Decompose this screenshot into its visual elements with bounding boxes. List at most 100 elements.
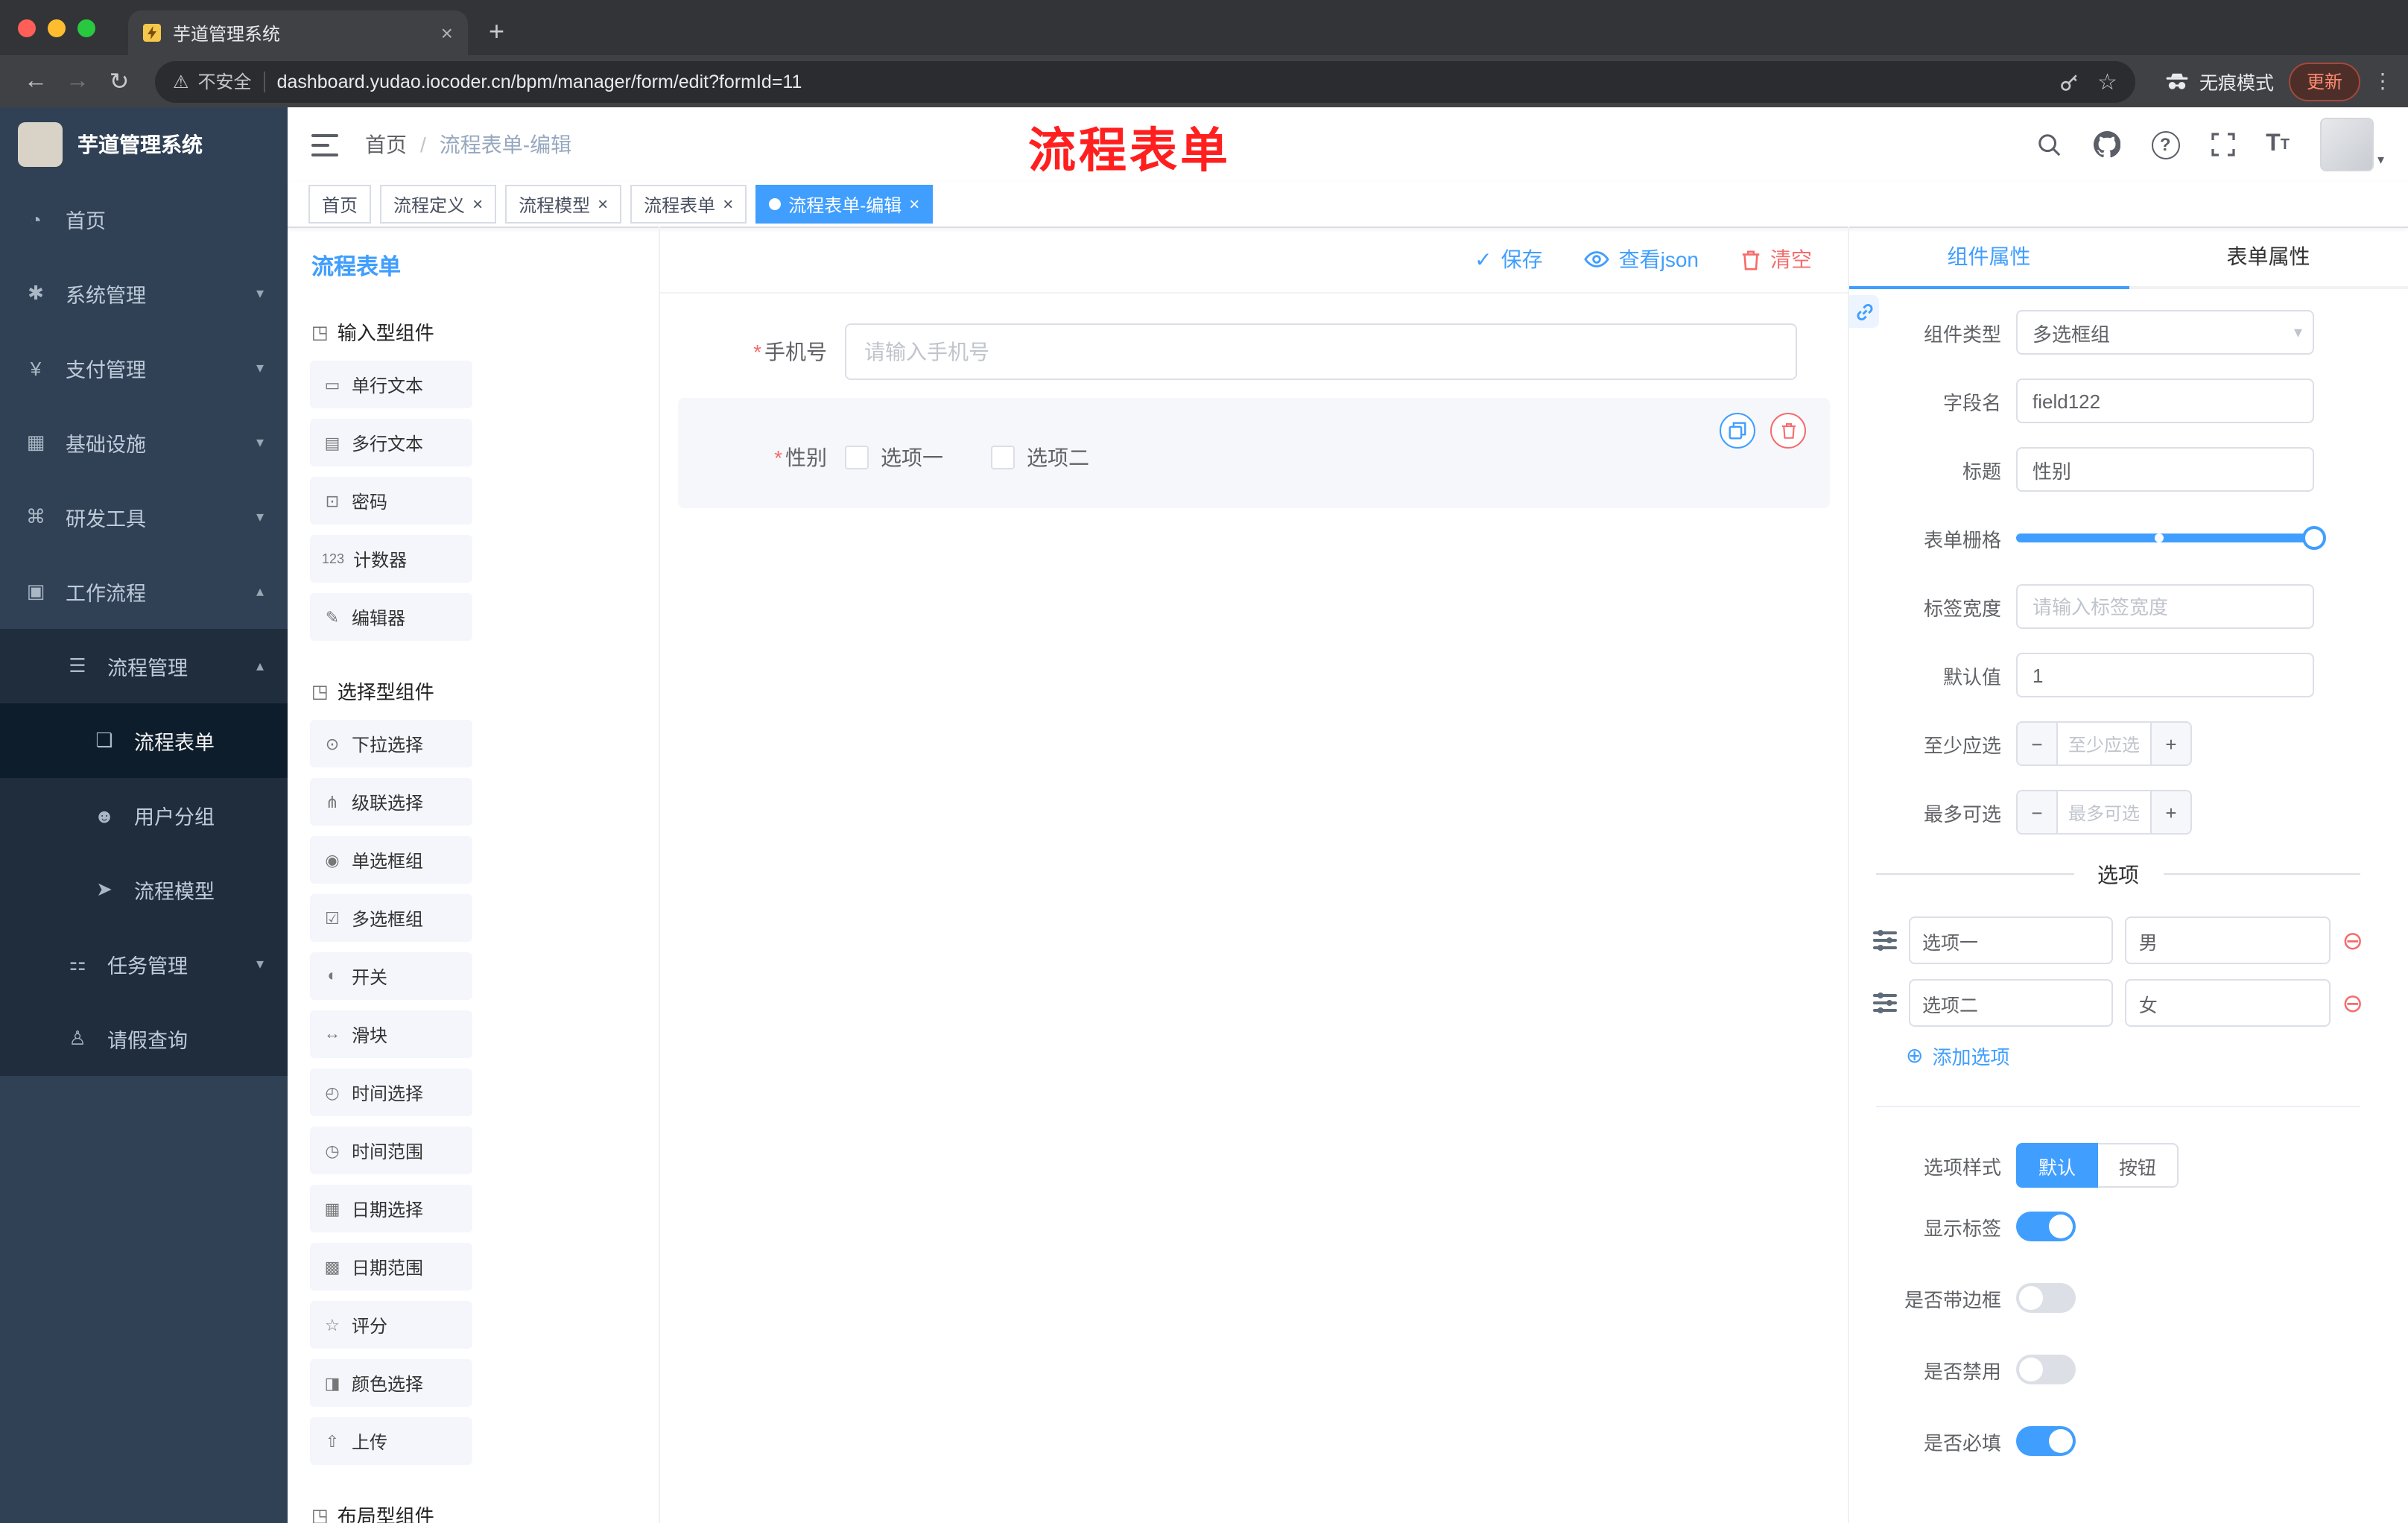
tag-home[interactable]: 首页 — [308, 185, 372, 224]
option-value-input[interactable] — [2125, 979, 2331, 1027]
font-size-icon[interactable]: TT — [2266, 131, 2290, 158]
component-editor[interactable]: ✎ 编辑器 — [310, 593, 472, 641]
sidebar-item-home[interactable]: ◔ 首页 — [0, 182, 288, 256]
component-radio-group[interactable]: ◉ 单选框组 — [310, 836, 472, 884]
tag-process-form-edit[interactable]: 流程表单-编辑 × — [755, 185, 934, 224]
sidebar-item-process-management[interactable]: ☰ 流程管理 ▴ — [0, 629, 288, 703]
component-rate[interactable]: ☆ 评分 — [310, 1301, 472, 1349]
form-grid-slider[interactable] — [2016, 516, 2326, 560]
sidebar-item-payment[interactable]: ¥ 支付管理 ▾ — [0, 331, 288, 405]
component-time-picker[interactable]: ◴ 时间选择 — [310, 1068, 472, 1116]
sidebar-item-user-group[interactable]: ☻ 用户分组 — [0, 778, 288, 852]
sidebar-item-infra[interactable]: ▦ 基础设施 ▾ — [0, 405, 288, 480]
decrease-icon[interactable]: − — [2018, 791, 2058, 833]
security-chip[interactable]: ⚠ 不安全 — [173, 69, 252, 94]
title-input[interactable] — [2016, 447, 2314, 492]
reload-icon[interactable]: ↻ — [98, 62, 140, 101]
sidebar-item-process-model[interactable]: ➤ 流程模型 — [0, 852, 288, 927]
drag-handle-icon[interactable] — [1873, 930, 1897, 951]
gender-field-selected[interactable]: * 性别 选项一 选项二 — [678, 398, 1830, 508]
sidebar-item-task-management[interactable]: ⚏ 任务管理 ▾ — [0, 927, 288, 1001]
border-toggle[interactable] — [2016, 1283, 2076, 1313]
sidebar-item-devtools[interactable]: ⌘ 研发工具 ▾ — [0, 480, 288, 554]
component-checkbox-group[interactable]: ☑ 多选框组 — [310, 894, 472, 942]
tab-component-props[interactable]: 组件属性 — [1849, 227, 2129, 289]
component-upload[interactable]: ⇧ 上传 — [310, 1417, 472, 1465]
sidebar-item-system[interactable]: ✱ 系统管理 ▾ — [0, 256, 288, 331]
browser-menu-icon[interactable]: ⋮ — [2372, 69, 2393, 94]
slider-handle[interactable] — [2302, 526, 2326, 550]
remove-option-icon[interactable]: ⊖ — [2342, 928, 2364, 953]
copy-field-button[interactable] — [1720, 413, 1755, 449]
github-icon[interactable] — [2093, 131, 2120, 158]
required-toggle[interactable] — [2016, 1426, 2076, 1456]
sidebar-logo[interactable]: 芋道管理系统 — [0, 107, 288, 182]
save-button[interactable]: ✓ 保存 — [1474, 244, 1542, 274]
tag-process-model[interactable]: 流程模型 × — [505, 185, 622, 224]
help-icon[interactable]: ? — [2151, 130, 2180, 159]
remove-option-icon[interactable]: ⊖ — [2342, 990, 2364, 1016]
tag-process-definition[interactable]: 流程定义 × — [380, 185, 497, 224]
increase-icon[interactable]: + — [2150, 791, 2190, 833]
tab-close-icon[interactable]: × — [441, 21, 453, 45]
tag-close-icon[interactable]: × — [723, 194, 733, 215]
checkbox-option-one[interactable]: 选项一 — [845, 443, 943, 472]
option-value-input[interactable] — [2125, 916, 2331, 964]
component-color-picker[interactable]: ◨ 颜色选择 — [310, 1359, 472, 1407]
label-width-input[interactable] — [2016, 584, 2314, 629]
bookmark-star-icon[interactable]: ☆ — [2097, 68, 2117, 95]
component-date-range[interactable]: ▩ 日期范围 — [310, 1243, 472, 1291]
tab-form-props[interactable]: 表单属性 — [2129, 227, 2408, 286]
tag-close-icon[interactable]: × — [472, 194, 483, 215]
component-type-select[interactable]: 多选框组 — [2016, 310, 2314, 355]
component-counter[interactable]: 123 计数器 — [310, 535, 472, 583]
style-button-button[interactable]: 按钮 — [2098, 1143, 2179, 1188]
tag-close-icon[interactable]: × — [909, 194, 919, 215]
address-bar[interactable]: ⚠ 不安全 dashboard.yudao.iocoder.cn/bpm/man… — [155, 60, 2135, 102]
component-multi-line-text[interactable]: ▤ 多行文本 — [310, 419, 472, 466]
min-select-value[interactable]: 至少应选 — [2058, 723, 2150, 764]
default-value-input[interactable] — [2016, 653, 2314, 697]
new-tab-button[interactable]: + — [489, 16, 504, 48]
max-select-value[interactable]: 最多可选 — [2058, 791, 2150, 833]
slider-track[interactable] — [2016, 526, 2326, 550]
component-select[interactable]: ⊙ 下拉选择 — [310, 720, 472, 767]
component-single-line-text[interactable]: ▭ 单行文本 — [310, 361, 472, 408]
checkbox-option-two[interactable]: 选项二 — [991, 443, 1089, 472]
sidebar-item-workflow[interactable]: ▣ 工作流程 ▴ — [0, 554, 288, 629]
key-icon[interactable] — [2059, 71, 2079, 92]
avatar[interactable] — [2320, 118, 2374, 171]
back-icon[interactable]: ← — [15, 62, 57, 101]
sidebar-item-process-form[interactable]: ❏ 流程表单 — [0, 703, 288, 778]
phone-input[interactable] — [845, 323, 1797, 380]
add-option-button[interactable]: ⊕ 添加选项 — [1906, 1042, 2384, 1070]
component-slider[interactable]: ↔ 滑块 — [310, 1010, 472, 1058]
decrease-icon[interactable]: − — [2018, 723, 2058, 764]
component-time-range[interactable]: ◷ 时间范围 — [310, 1127, 472, 1174]
view-json-button[interactable]: 查看json — [1584, 244, 1699, 274]
update-button[interactable]: 更新 — [2288, 62, 2360, 101]
breadcrumb-home[interactable]: 首页 — [365, 130, 407, 159]
option-name-input[interactable] — [1909, 979, 2114, 1027]
maximize-window-button[interactable] — [77, 19, 95, 37]
increase-icon[interactable]: + — [2150, 723, 2190, 764]
fullscreen-icon[interactable] — [2211, 133, 2234, 156]
component-password[interactable]: ⊡ 密码 — [310, 477, 472, 525]
component-cascader[interactable]: ⋔ 级联选择 — [310, 778, 472, 826]
clear-button[interactable]: 清空 — [1740, 244, 1812, 274]
search-icon[interactable] — [2036, 132, 2062, 157]
forward-icon[interactable]: → — [57, 62, 98, 101]
link-icon[interactable] — [1849, 295, 1879, 328]
delete-field-button[interactable] — [1770, 413, 1806, 449]
disabled-toggle[interactable] — [2016, 1355, 2076, 1384]
show-label-toggle[interactable] — [2016, 1212, 2076, 1241]
close-window-button[interactable] — [18, 19, 36, 37]
tag-process-form[interactable]: 流程表单 × — [630, 185, 747, 224]
component-date-picker[interactable]: ▦ 日期选择 — [310, 1185, 472, 1232]
phone-field[interactable]: * 手机号 — [678, 323, 1830, 380]
sidebar-item-leave-query[interactable]: ♙ 请假查询 — [0, 1001, 288, 1076]
drag-handle-icon[interactable] — [1873, 992, 1897, 1013]
tag-close-icon[interactable]: × — [598, 194, 608, 215]
style-default-button[interactable]: 默认 — [2016, 1143, 2099, 1188]
browser-tab[interactable]: 芋道管理系统 × — [128, 10, 468, 55]
